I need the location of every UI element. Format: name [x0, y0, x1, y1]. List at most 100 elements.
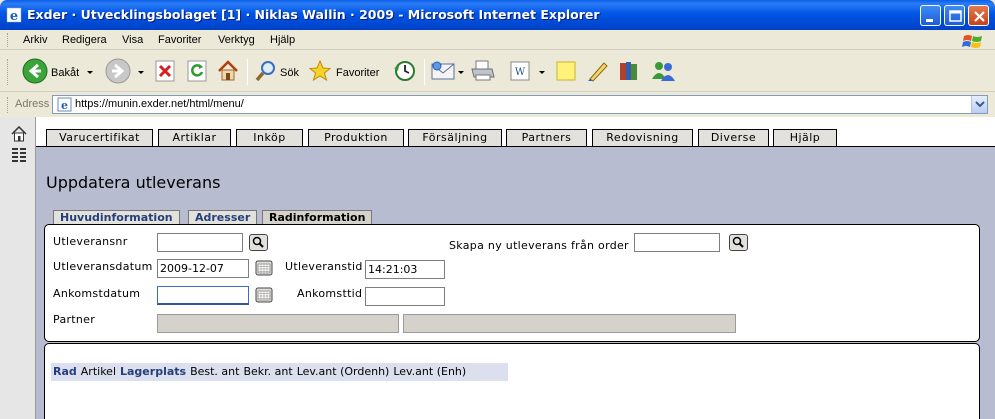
nav-tab-partners[interactable]: Partners: [506, 129, 587, 147]
pen-icon[interactable]: [586, 59, 610, 83]
nav-tabs: Varucertifikat Artiklar Inköp Produktion…: [36, 127, 995, 147]
title-bar[interactable]: e Exder · Utvecklingsbolaget [1] · Nikla…: [0, 0, 995, 30]
side-strip: [0, 117, 36, 419]
address-dropdown-button[interactable]: [971, 96, 987, 113]
calendar-icon[interactable]: [255, 287, 273, 303]
search-button-label[interactable]: Sök: [280, 67, 299, 79]
minimize-button[interactable]: [920, 5, 941, 26]
col-lagerplats[interactable]: Lagerplats: [120, 365, 186, 378]
ankomsttid-input[interactable]: [365, 287, 445, 306]
windows-flag-icon: [962, 35, 982, 48]
note-icon[interactable]: [555, 60, 577, 82]
toolbar: Bakåt Sök Favoriter W: [0, 51, 995, 92]
nav-tab-forsaljning[interactable]: Försäljning: [408, 129, 502, 147]
rows-header: Rad Artikel Lagerplats Best. ant Bekr. ant Le…: [51, 363, 508, 381]
mail-dropdown-icon[interactable]: [458, 71, 464, 74]
nav-tab-inkop[interactable]: Inköp: [236, 129, 303, 147]
maximize-icon: [949, 10, 962, 22]
back-arrow-icon[interactable]: [22, 58, 48, 84]
toolbar-grip: [7, 59, 10, 85]
ankomstdatum-input[interactable]: [157, 286, 249, 305]
tab-huvudinformation[interactable]: Huvudinformation: [53, 210, 180, 224]
forward-dropdown-icon[interactable]: [138, 71, 144, 74]
mail-icon[interactable]: [431, 60, 457, 82]
refresh-icon[interactable]: [186, 60, 208, 82]
ankomstdatum-label: Ankomstdatum: [53, 287, 141, 300]
maximize-button[interactable]: [944, 5, 965, 26]
address-grip: [7, 97, 10, 113]
menu-favoriter[interactable]: Favoriter: [158, 34, 201, 46]
research-icon[interactable]: [617, 59, 641, 83]
header-form-panel: Utleveransnr Skapa ny utleverans från or…: [44, 224, 980, 342]
home-icon[interactable]: [11, 126, 27, 142]
address-url[interactable]: https://munin.exder.net/html/menu/: [75, 98, 244, 110]
toolbar-separator: [247, 59, 248, 85]
utleveransdatum-input[interactable]: 2009-12-07: [157, 259, 249, 278]
menu-arkiv[interactable]: Arkiv: [23, 34, 47, 46]
close-button[interactable]: [968, 5, 989, 26]
history-icon[interactable]: [392, 59, 416, 83]
nav-tab-hjalp[interactable]: Hjälp: [773, 129, 837, 147]
partner-code-field: [157, 314, 399, 333]
minimize-icon: [926, 19, 933, 22]
messenger-icon[interactable]: [650, 59, 676, 83]
partner-name-field: [403, 314, 736, 333]
chevron-down-icon: [975, 101, 985, 108]
calendar-icon[interactable]: [255, 260, 273, 276]
address-bar: Adress e https://munin.exder.net/html/me…: [0, 93, 995, 116]
menu-redigera[interactable]: Redigera: [62, 34, 107, 46]
address-input[interactable]: e https://munin.exder.net/html/menu/: [52, 95, 988, 114]
rows-panel: Rad Artikel Lagerplats Best. ant Bekr. ant Le…: [44, 343, 980, 419]
nav-divider: [36, 146, 995, 147]
print-icon[interactable]: [470, 59, 496, 83]
svg-text:W: W: [515, 67, 526, 78]
address-label: Adress: [15, 98, 50, 110]
page-title: Uppdatera utleverans: [46, 173, 221, 192]
window-title: Exder · Utvecklingsbolaget [1] · Niklas …: [27, 7, 600, 22]
close-icon: [974, 11, 985, 22]
partner-label: Partner: [53, 313, 96, 326]
home-icon[interactable]: [216, 59, 240, 83]
nav-tab-diverse[interactable]: Diverse: [698, 129, 769, 147]
tab-adresser[interactable]: Adresser: [188, 210, 258, 224]
back-dropdown-icon[interactable]: [87, 71, 93, 74]
nav-tab-produktion[interactable]: Produktion: [308, 129, 404, 147]
stop-icon[interactable]: [154, 60, 176, 82]
svg-text:e: e: [10, 9, 18, 23]
utleveransnr-search-button[interactable]: [249, 234, 268, 251]
search-icon[interactable]: [254, 59, 278, 83]
browser-window: e Exder · Utvecklingsbolaget [1] · Nikla…: [0, 0, 995, 419]
toolbar-separator: [424, 59, 425, 85]
menu-hjalp[interactable]: Hjälp: [270, 34, 295, 46]
page-icon: e: [57, 97, 72, 112]
col-best-ant: Best. ant: [190, 365, 240, 378]
favorites-star-icon[interactable]: [308, 59, 332, 83]
skapa-utleverans-label: Skapa ny utleverans från order: [449, 239, 629, 252]
back-button-label[interactable]: Bakåt: [51, 67, 79, 79]
utleveransnr-input[interactable]: [157, 233, 243, 252]
nav-tab-varucertifikat[interactable]: Varucertifikat: [46, 129, 153, 147]
col-rad[interactable]: Rad: [53, 365, 77, 378]
main-area: Varucertifikat Artiklar Inköp Produktion…: [36, 117, 995, 419]
tab-radinformation[interactable]: Radinformation: [262, 210, 373, 224]
edit-document-icon[interactable]: W: [508, 59, 532, 83]
col-artikel: Artikel: [80, 365, 116, 378]
list-menu-icon[interactable]: [12, 148, 27, 162]
top-spacer: [36, 117, 995, 127]
menu-visa[interactable]: Visa: [122, 34, 143, 46]
utleveranstid-input[interactable]: 14:21:03: [365, 260, 445, 279]
ankomsttid-label: Ankomsttid: [297, 287, 363, 300]
skapa-order-input[interactable]: [634, 233, 720, 252]
menu-bar: Arkiv Redigera Visa Favoriter Verktyg Hj…: [0, 30, 995, 50]
skapa-order-search-button[interactable]: [729, 234, 748, 251]
search-icon: [732, 236, 744, 248]
page-content: Varucertifikat Artiklar Inköp Produktion…: [0, 117, 995, 419]
svg-text:e: e: [61, 99, 68, 112]
nav-tab-artiklar[interactable]: Artiklar: [158, 129, 231, 147]
nav-tab-redovisning[interactable]: Redovisning: [592, 129, 693, 147]
ie-icon: e: [6, 7, 22, 23]
menu-verktyg[interactable]: Verktyg: [218, 34, 255, 46]
favorites-button-label[interactable]: Favoriter: [336, 67, 379, 79]
forward-arrow-icon[interactable]: [105, 58, 131, 84]
edit-dropdown-icon[interactable]: [539, 71, 545, 74]
